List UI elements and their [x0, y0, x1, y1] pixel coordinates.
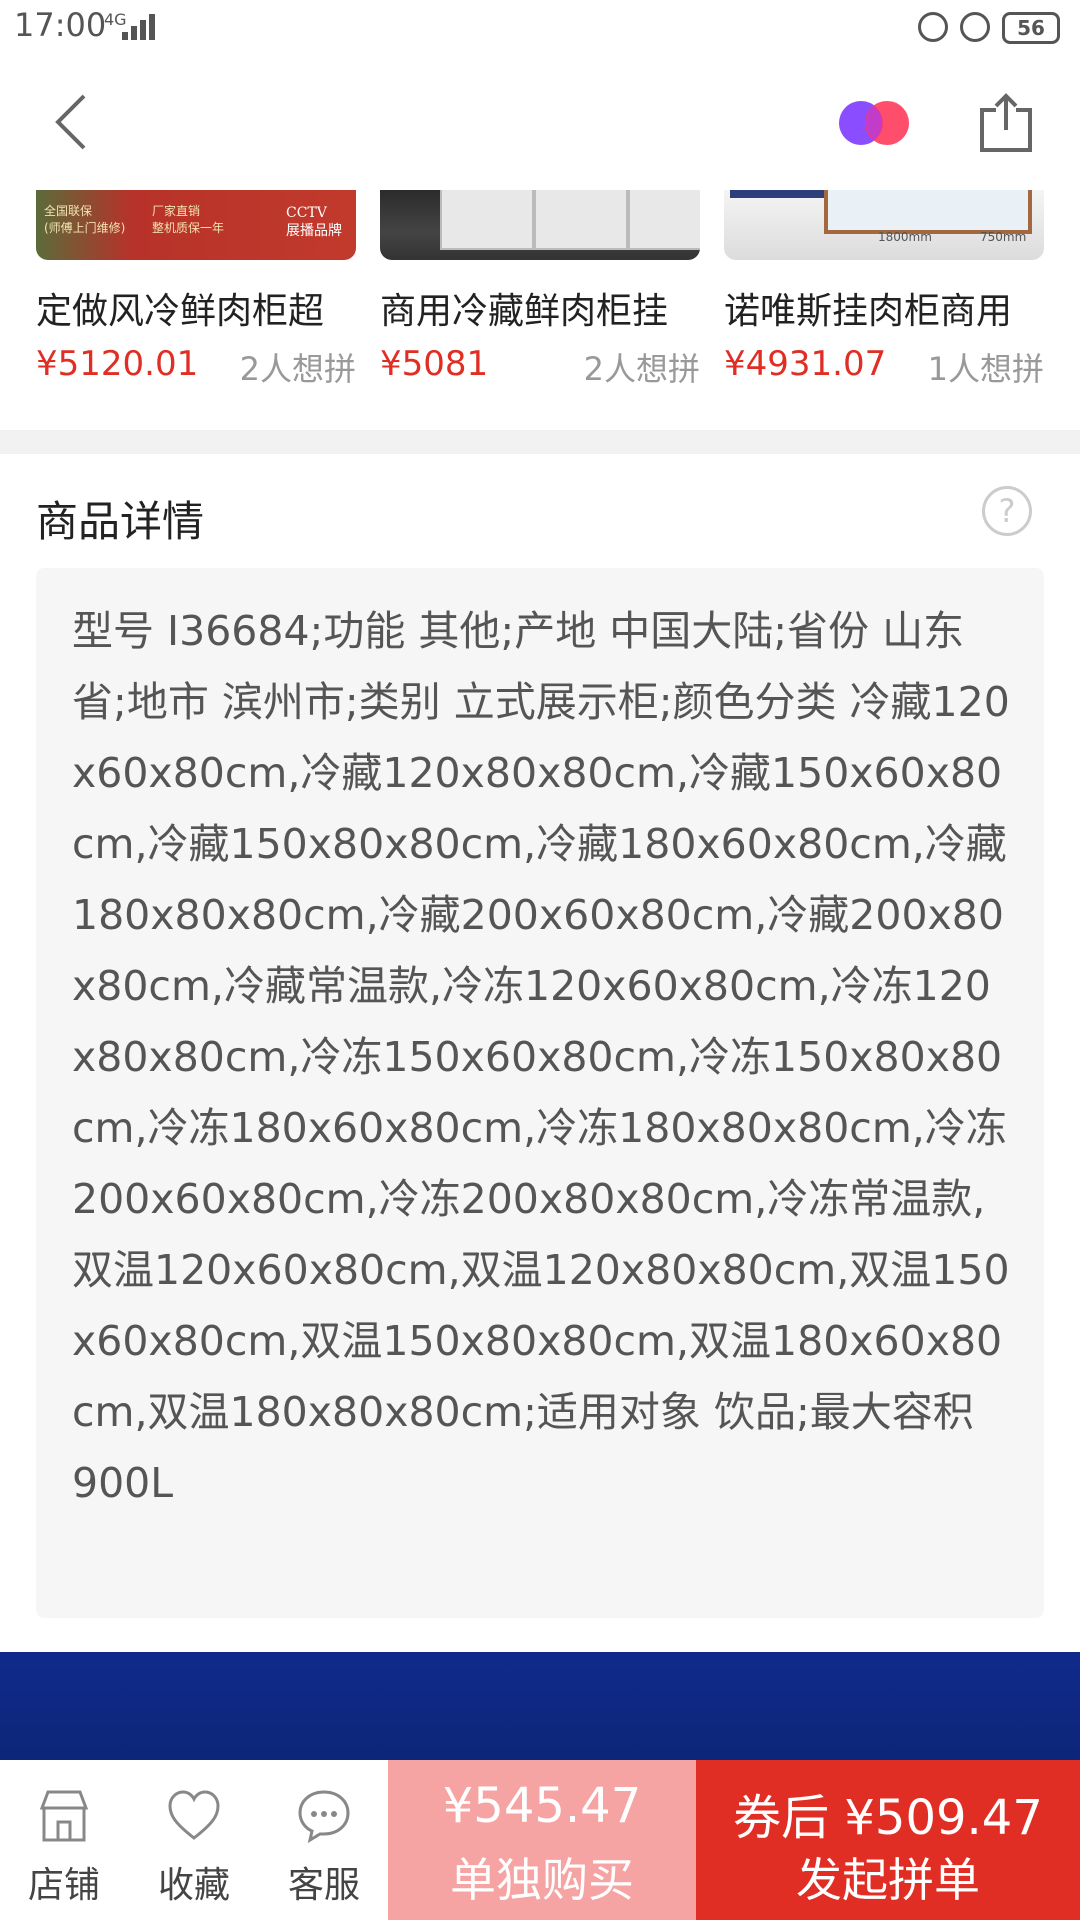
status-time: 17:00 — [14, 6, 107, 44]
start-group-buy-button[interactable]: 券后 ¥509.47 发起拼单 — [696, 1760, 1080, 1920]
buy-alone-price: ¥545.47 — [442, 1778, 642, 1834]
recommendation-price: ¥4931.07 — [724, 344, 887, 384]
recommendation-interest: 2人想拼 — [239, 350, 356, 388]
battery-icon: 56 — [1002, 12, 1060, 44]
share-icon[interactable] — [978, 92, 1034, 154]
details-text: 型号 I36684;功能 其他;产地 中国大陆;省份 山东省;地市 滨州市;类别… — [72, 607, 1010, 1507]
recommendation-image-2[interactable] — [380, 190, 700, 260]
chat-bubble-icon — [298, 1790, 350, 1844]
status-bar: 17:00 4G 56 — [0, 0, 1080, 60]
duo-circles-icon[interactable] — [838, 100, 910, 146]
favorite-label: 收藏 — [157, 1865, 230, 1906]
buy-alone-label: 单独购买 — [450, 1853, 634, 1907]
store-icon — [39, 1790, 89, 1842]
details-title: 商品详情 — [36, 497, 205, 546]
thumb-text: 1800mm — [878, 230, 932, 244]
recommendation-title[interactable]: 定做风冷鲜肉柜超 — [36, 282, 324, 334]
signal-icon — [122, 14, 158, 40]
heart-icon — [168, 1790, 220, 1840]
store-tab[interactable]: 店铺 — [4, 1760, 124, 1920]
lock-rotation-icon — [918, 12, 948, 42]
thumb-text: CCTV 展播品牌 — [286, 205, 342, 239]
recommendation-image-1[interactable]: 全国联保 (师傅上门维修) 厂家直销 整机质保一年 CCTV 展播品牌 — [36, 190, 356, 260]
alarm-icon — [960, 12, 990, 42]
service-tab[interactable]: 客服 — [264, 1760, 384, 1920]
recommendation-image-3[interactable]: 1800mm 750mm — [724, 190, 1044, 260]
group-buy-price: 券后 ¥509.47 — [733, 1790, 1043, 1846]
recommendation-price: ¥5120.01 — [36, 344, 199, 384]
back-arrow-icon[interactable] — [48, 92, 98, 152]
recommendation-interest: 1人想拼 — [927, 350, 1044, 388]
thumb-text: 全国联保 (师傅上门维修) — [44, 204, 126, 235]
service-label: 客服 — [287, 1865, 360, 1906]
recommendation-title[interactable]: 诺唯斯挂肉柜商用 — [724, 282, 1012, 334]
help-icon[interactable]: ? — [982, 486, 1032, 536]
store-label: 店铺 — [27, 1865, 100, 1906]
group-buy-label: 发起拼单 — [796, 1853, 980, 1907]
section-divider — [0, 430, 1080, 454]
recommendation-price: ¥5081 — [380, 344, 489, 384]
favorite-tab[interactable]: 收藏 — [134, 1760, 254, 1920]
recommendation-interest: 2人想拼 — [583, 350, 700, 388]
thumb-text: 750mm — [980, 230, 1027, 244]
buy-alone-button[interactable]: ¥545.47 单独购买 — [388, 1760, 696, 1920]
recommendation-title[interactable]: 商用冷藏鲜肉柜挂 — [380, 282, 668, 334]
thumb-text: 厂家直销 整机质保一年 — [152, 204, 225, 235]
top-nav — [0, 60, 1080, 190]
